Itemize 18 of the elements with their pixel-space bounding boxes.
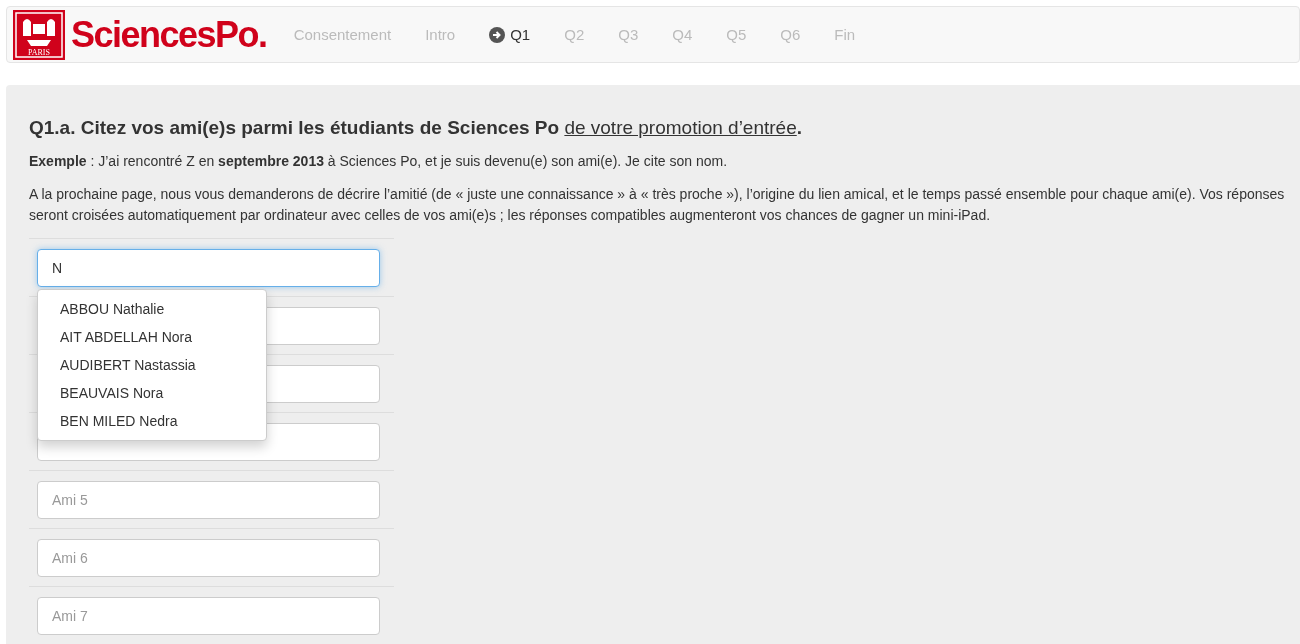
suggestion-item[interactable]: AIT ABDELLAH Nora — [38, 323, 266, 351]
example-text: Exemple : J’ai rencontré Z en septembre 2013 à Sciences Po, et je suis devenu(e) son ami(e). Je cite son nom. — [29, 152, 729, 171]
explanation-text: A la prochaine page, nous vous demanderons de décrire l’amitié (de « juste une connaissance » à « très proche »), l’origine du lien amical, et le temps passé ensemble pour chaque ami(e). Vos réponses seront croisées automatiquement par ordinateur avec celles de vos ami(e)s ; les réponses compatibles augmenteront vos chances de gagner un mini-iPad. — [29, 185, 1286, 225]
underlined-heading-text: de votre promotion d’entrée — [564, 117, 797, 138]
brand-name[interactable]: SciencesPo. — [71, 13, 267, 56]
arrow-circle-icon — [489, 26, 506, 43]
friend-input-field[interactable]: N — [37, 249, 380, 287]
friend-input-field[interactable]: Ami 5 — [37, 481, 380, 519]
question-heading: Q1.a. Citez vos ami(e)s parmi les étudiants de Sciences Po — [29, 117, 561, 138]
suggestion-item[interactable]: AUDIBERT Nastassia — [38, 351, 266, 379]
suggestion-item[interactable]: BEAUVAIS Nora — [38, 379, 266, 407]
crest-logo-icon: PARIS — [13, 9, 65, 60]
suggestion-item[interactable]: ABBOU Nathalie — [38, 295, 266, 323]
friend-input-field[interactable]: Ami 7 — [37, 597, 380, 635]
heading-period: . — [796, 117, 803, 138]
nav-link[interactable]: Q1 — [472, 26, 548, 43]
suggestion-item[interactable]: BEN MILED Nedra — [38, 407, 266, 435]
friend-input-field[interactable]: Ami 6 — [37, 539, 380, 577]
